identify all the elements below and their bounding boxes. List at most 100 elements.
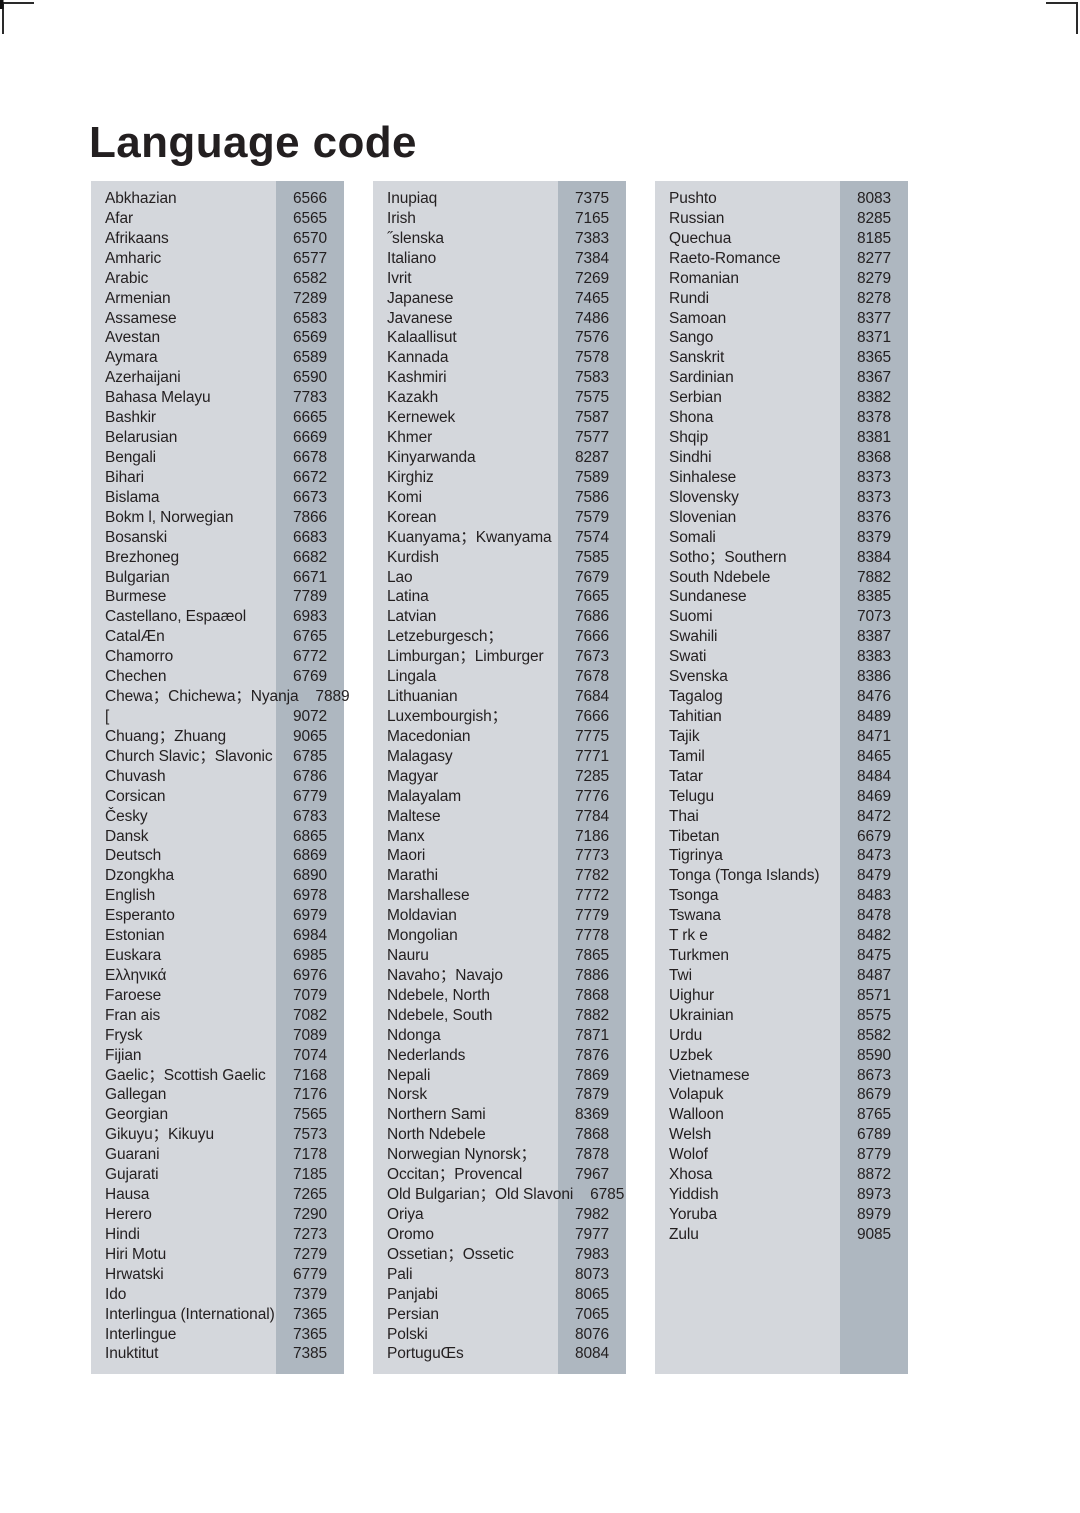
language-name: Kalaallisut: [387, 329, 457, 347]
language-code-row: Maltese 7784: [373, 807, 626, 827]
language-name: Northern Sami: [387, 1106, 486, 1124]
language-code-row: Gujarati 7185: [91, 1165, 344, 1185]
language-name: North Ndebele: [387, 1126, 486, 1144]
language-code-row: Corsican 6779: [91, 787, 344, 807]
language-code-value: 7185: [292, 1166, 328, 1184]
language-code-value: 7865: [574, 947, 610, 965]
language-code-row: Norwegian Nynorsk； 7878: [373, 1145, 626, 1165]
language-code-row: Sotho；Southern 8384: [655, 548, 908, 568]
language-name: Burmese: [105, 588, 167, 606]
language-name: Raeto-Romance: [669, 249, 781, 267]
language-name: Tagalog: [669, 688, 723, 706]
language-code-row: Manx 7186: [373, 827, 626, 847]
language-code-value: 6779: [292, 787, 328, 805]
language-name: Česky: [105, 807, 148, 825]
language-code-row: Euskara 6985: [91, 946, 344, 966]
language-code-row: Suomi 7073: [655, 607, 908, 627]
language-code-row: Kannada 7578: [373, 348, 626, 368]
language-code-row: Nepali 7869: [373, 1066, 626, 1086]
language-code-value: 7290: [292, 1206, 328, 1224]
language-code-value: 7574: [574, 528, 610, 546]
language-name: Chamorro: [105, 648, 174, 666]
language-name: Sango: [669, 329, 714, 347]
language-code-row: Oromo 7977: [373, 1225, 626, 1245]
language-name: English: [105, 887, 156, 905]
language-code-value: 8073: [574, 1265, 610, 1283]
language-name: South Ndebele: [669, 568, 771, 586]
language-code-value: 8373: [856, 488, 892, 506]
language-code-value: 7673: [574, 648, 610, 666]
language-code-row-spacer: [655, 1245, 908, 1265]
language-code-row: Marshallese 7772: [373, 886, 626, 906]
language-code-row: T rk e 8482: [655, 926, 908, 946]
language-code-value: 7678: [574, 668, 610, 686]
language-code-row: Samoan 8377: [655, 309, 908, 329]
language-code-row: Kazakh 7575: [373, 388, 626, 408]
language-name: Lao: [387, 568, 413, 586]
language-name: Sardinian: [669, 369, 734, 387]
language-code-row: English 6978: [91, 886, 344, 906]
language-code-value: 8376: [856, 508, 892, 526]
language-code-column-2: Inupiaq 7375 Irish 7165 ˝slenska 7383 Italiano…: [373, 181, 626, 1375]
language-name: Wolof: [669, 1146, 708, 1164]
language-name: CatalÆn: [105, 628, 165, 646]
language-code-value: 8478: [856, 907, 892, 925]
language-code-value: 7782: [574, 867, 610, 885]
language-name: Estonian: [105, 927, 165, 945]
language-code-value: 7684: [574, 688, 610, 706]
language-name: Shona: [669, 409, 714, 427]
language-code-row: Kuanyama；Kwanyama 7574: [373, 528, 626, 548]
language-name: Irish: [387, 209, 416, 227]
language-code-rows: Pushto 8083 Russian 8285 Quechua 8185 Raeto-Ro…: [655, 181, 908, 1372]
language-name: Svenska: [669, 668, 728, 686]
language-code-row: Dansk 6865: [91, 827, 344, 847]
language-code-row: Vietnamese 8673: [655, 1066, 908, 1086]
language-name: Sinhalese: [669, 468, 737, 486]
language-code-value: 6683: [292, 528, 328, 546]
language-code-value: 7285: [574, 767, 610, 785]
language-code-value: 7273: [292, 1225, 328, 1243]
language-name: Interlingue: [105, 1325, 177, 1343]
language-name: Thai: [669, 807, 699, 825]
language-code-row: Kurdish 7585: [373, 548, 626, 568]
language-name: Norwegian Nynorsk；: [387, 1146, 536, 1164]
language-code-column-1: Abkhazian 6566 Afar 6565 Afrikaans 6570 Amhari…: [91, 181, 350, 1375]
language-code-row: Burmese 7789: [91, 587, 344, 607]
language-code-row: Serbian 8382: [655, 388, 908, 408]
language-code-value: 8979: [856, 1206, 892, 1224]
language-name: Javanese: [387, 309, 453, 327]
language-code-row: Guarani 7178: [91, 1145, 344, 1165]
language-code-row: CatalÆn 6765: [91, 627, 344, 647]
language-name: Yiddish: [669, 1186, 719, 1204]
language-code-value: 6983: [292, 608, 328, 626]
language-code-row: Estonian 6984: [91, 926, 344, 946]
language-name: Dansk: [105, 827, 149, 845]
language-code-value: 7679: [574, 568, 610, 586]
language-code-value: 8973: [856, 1186, 892, 1204]
language-code-row: Raeto-Romance 8277: [655, 249, 908, 269]
language-code-value: 8487: [856, 966, 892, 984]
language-code-value: 7383: [574, 229, 610, 247]
language-name: Italiano: [387, 249, 437, 267]
language-code-row: Church Slavic；Slavonic 6785: [91, 747, 344, 767]
language-code-row: Bosanski 6683: [91, 528, 344, 548]
language-code-row: Rundi 8278: [655, 289, 908, 309]
language-name: Quechua: [669, 229, 732, 247]
language-name: Zulu: [669, 1225, 699, 1243]
language-name: Gujarati: [105, 1166, 159, 1184]
language-code-row: Malagasy 7771: [373, 747, 626, 767]
language-code-row-spacer: [655, 1344, 908, 1364]
language-code-value: 7666: [574, 628, 610, 646]
language-name: Romanian: [669, 269, 739, 287]
language-name: Inuktitut: [105, 1345, 159, 1363]
language-code-value: 7269: [574, 269, 610, 287]
language-code-row: Uighur 8571: [655, 986, 908, 1006]
language-code-row: Česky 6783: [91, 807, 344, 827]
language-name: Marshallese: [387, 887, 470, 905]
language-name: Amharic: [105, 249, 162, 267]
language-code-value: 7465: [574, 289, 610, 307]
language-name: Bosanski: [105, 528, 168, 546]
language-code-value: 8872: [856, 1166, 892, 1184]
language-code-row: Tamil 8465: [655, 747, 908, 767]
language-name: Luxembourgish；: [387, 707, 508, 725]
